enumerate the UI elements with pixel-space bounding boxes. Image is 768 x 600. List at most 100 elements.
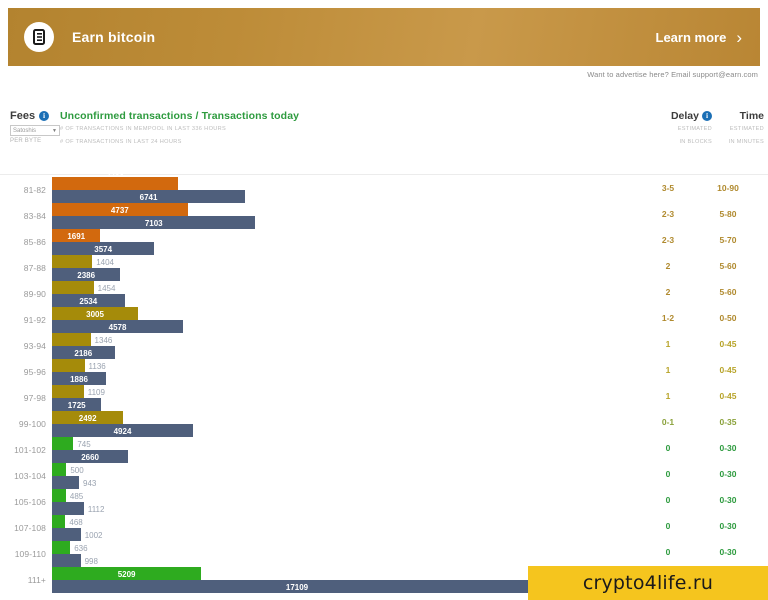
earn-logo-icon — [24, 22, 54, 52]
learn-more-button[interactable]: Learn more › — [656, 29, 742, 46]
fee-range-label: 95-96 — [23, 367, 46, 377]
unconfirmed-bar[interactable] — [52, 541, 71, 554]
fee-range-label: 91-92 — [23, 315, 46, 325]
unconfirmed-bar[interactable] — [52, 489, 66, 502]
delay-value: 1-2 — [661, 313, 675, 323]
delay-value: 0 — [665, 547, 671, 557]
time-value: 0-45 — [719, 339, 737, 349]
today-bar[interactable] — [52, 476, 79, 489]
bar-value-label: 7103 — [144, 218, 163, 228]
bar-value-label: 1404 — [96, 257, 114, 267]
ad-title: Earn bitcoin — [72, 29, 156, 45]
bar-value-label: 3574 — [94, 244, 113, 254]
delay-label: Delay — [670, 110, 699, 122]
fee-range-label: 83-84 — [23, 211, 46, 221]
advertise-note: Want to advertise here? Email support@ea… — [587, 70, 758, 79]
bar-value-label: 2186 — [74, 348, 93, 358]
bar-value-label: 485 — [69, 491, 84, 501]
unconfirmed-transactions-label: Unconfirmed transactions — [60, 110, 193, 122]
watermark: crypto4life.ru — [528, 566, 768, 600]
time-value: 5-60 — [719, 261, 737, 271]
fee-bar-chart: 81-82 4400 6741 3-5 10-90 83-84 4737 7103 2-3 5-8… — [0, 160, 768, 600]
bar-value-label: 636 — [74, 543, 88, 553]
fee-range-label: 87-88 — [23, 263, 46, 273]
fee-range-label: 103-104 — [14, 471, 46, 481]
watermark-text: crypto4life.ru — [582, 572, 714, 594]
bar-value-label: 1112 — [87, 504, 105, 514]
ad-banner[interactable]: Earn bitcoin Learn more › — [8, 8, 760, 66]
transactions-column-header: Unconfirmed transactions / Transactions … — [60, 110, 299, 148]
delay-value: 0 — [665, 521, 671, 531]
transactions-today-label: Transactions today — [201, 110, 300, 122]
fee-range-label: 109-110 — [14, 549, 46, 559]
bar-value-label: 2660 — [81, 452, 99, 462]
unconfirmed-bar[interactable] — [52, 437, 74, 450]
delay-value: 2 — [665, 287, 671, 297]
time-value: 0-35 — [719, 417, 737, 427]
bar-value-label: 4737 — [110, 205, 129, 215]
bar-value-label: 998 — [84, 556, 98, 566]
today-bar[interactable] — [52, 528, 81, 541]
time-column-header: Time ESTIMATED IN MINUTES — [718, 110, 764, 148]
bar-value-label: 943 — [83, 478, 97, 488]
delay-value: 1 — [665, 391, 671, 401]
fee-range-label: 101-102 — [14, 445, 46, 455]
unconfirmed-bar[interactable] — [52, 177, 178, 190]
fees-unit-select-value: Satoshis — [13, 127, 37, 134]
delay-value: 0 — [665, 469, 671, 479]
time-value: 10-90 — [717, 183, 739, 193]
delay-label-row: Delay i — [660, 110, 712, 122]
time-value: 0-50 — [719, 313, 737, 323]
chevron-right-icon: › — [736, 27, 742, 47]
delay-value: 2-3 — [661, 235, 675, 245]
fee-range-label: 107-108 — [14, 523, 46, 533]
time-value: 0-30 — [719, 521, 737, 531]
info-icon[interactable]: i — [39, 111, 50, 121]
bar-value-label: 468 — [69, 517, 83, 527]
today-bar[interactable] — [52, 502, 84, 515]
time-label: Time — [739, 110, 764, 122]
fee-range-label: 97-98 — [23, 393, 46, 403]
fees-label: Fees — [10, 110, 36, 122]
fee-range-label: 89-90 — [23, 289, 46, 299]
time-value: 0-45 — [719, 365, 737, 375]
delay-value: 2 — [665, 261, 671, 271]
bar-value-label: 745 — [77, 439, 91, 449]
bar-value-label: 6741 — [139, 192, 158, 202]
bar-value-label: 1691 — [67, 231, 86, 241]
time-subtitle-1: ESTIMATED — [729, 126, 764, 132]
bar-value-label: 1109 — [87, 387, 105, 397]
delay-value: 2-3 — [661, 209, 675, 219]
bar-value-label: 4924 — [113, 426, 132, 436]
transactions-title: Unconfirmed transactions / Transactions … — [60, 110, 299, 122]
title-separator: / — [192, 110, 202, 122]
unconfirmed-bar[interactable] — [52, 359, 85, 372]
delay-subtitle-2: IN BLOCKS — [679, 138, 712, 145]
bar-value-label: 2386 — [77, 270, 96, 280]
fee-range-label: 111+ — [27, 575, 46, 585]
unconfirmed-bar[interactable] — [52, 255, 93, 268]
delay-value: 1 — [665, 339, 671, 349]
chevron-down-icon: ▼ — [52, 127, 57, 134]
unconfirmed-bar[interactable] — [52, 281, 94, 294]
unconfirmed-bar[interactable] — [52, 515, 66, 528]
time-value: 0-30 — [719, 495, 737, 505]
bar-value-label: 4400 — [106, 168, 124, 177]
bar-value-label: 4578 — [108, 322, 127, 332]
info-icon[interactable]: i — [702, 111, 712, 121]
today-bar[interactable] — [52, 554, 81, 567]
bar-value-label: 3005 — [86, 309, 104, 319]
bar-value-label: 2534 — [79, 296, 98, 306]
fee-range-label: 85-86 — [23, 237, 46, 247]
fees-unit-select[interactable]: Satoshis ▼ — [10, 125, 60, 136]
bar-value-label: 500 — [70, 465, 84, 475]
delay-value: 3-5 — [661, 183, 675, 193]
transactions-subtitle-1: # OF TRANSACTIONS IN MEMPOOL IN LAST 336… — [60, 126, 227, 132]
unconfirmed-bar[interactable] — [52, 385, 84, 398]
bar-value-label: 5209 — [117, 569, 136, 579]
stats-header: Fees i Satoshis ▼ PER BYTE Unconfirmed t… — [0, 108, 768, 156]
unconfirmed-bar[interactable] — [52, 463, 67, 476]
bar-value-label: 17109 — [285, 582, 309, 592]
delay-value: 0 — [665, 495, 671, 505]
unconfirmed-bar[interactable] — [52, 333, 91, 346]
